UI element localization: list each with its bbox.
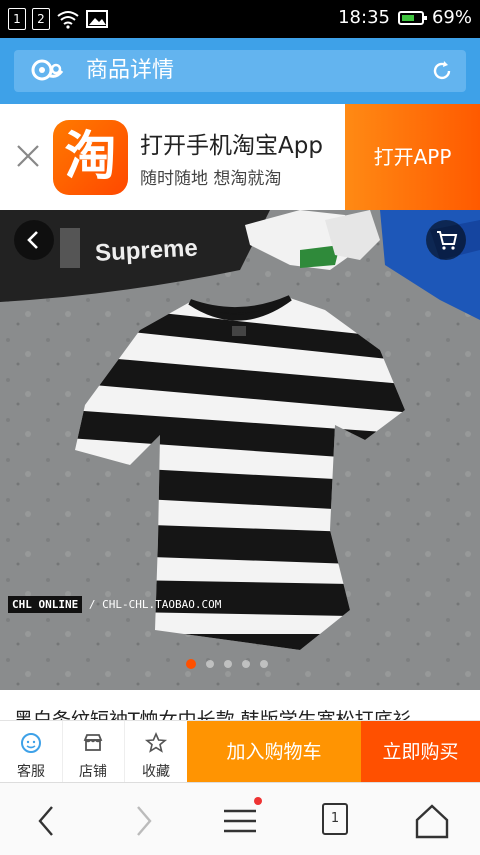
- carousel-dot[interactable]: [260, 660, 268, 668]
- tab-count-icon: 1: [322, 803, 348, 835]
- shop-button[interactable]: 店铺: [62, 721, 125, 783]
- product-action-bar: 客服 店铺 收藏 加入购物车 立即购买: [0, 720, 480, 783]
- clock: 18:35: [338, 7, 390, 28]
- battery-icon: [397, 10, 427, 25]
- tabs-button[interactable]: 1: [316, 801, 356, 841]
- image-notification-icon: [86, 10, 108, 28]
- status-bar: 1 2 18:35 69%: [0, 0, 480, 38]
- sim2-icon: 2: [32, 8, 50, 30]
- product-title: 黑白条纹短袖T恤女中长款 韩版学生宽松打底衫: [14, 709, 412, 720]
- product-image-carousel[interactable]: Supreme CHL ONLINE / CHL-CHL.TAOBAO.COM: [0, 210, 480, 690]
- sim1-icon: 1: [8, 8, 26, 30]
- page-header: 商品详情: [0, 38, 480, 104]
- carousel-indicators[interactable]: [186, 659, 268, 669]
- back-button[interactable]: [14, 220, 54, 260]
- skateboard-print: Supreme: [94, 235, 198, 267]
- carousel-dot[interactable]: [224, 660, 232, 668]
- chevron-left-icon: [27, 231, 38, 249]
- wifi-icon: [57, 11, 79, 29]
- taobao-eye-logo-icon[interactable]: [30, 57, 64, 85]
- header-bar: 商品详情: [14, 50, 466, 92]
- favorite-button[interactable]: 收藏: [125, 721, 188, 783]
- close-icon[interactable]: [14, 142, 42, 170]
- page-title: 商品详情: [86, 58, 175, 83]
- taobao-app-icon: 淘: [53, 120, 128, 195]
- buy-now-button[interactable]: 立即购买: [361, 721, 480, 783]
- battery-percent: 69%: [431, 7, 472, 28]
- carousel-dot[interactable]: [186, 659, 196, 669]
- customer-service-button[interactable]: 客服: [0, 721, 63, 783]
- banner-subtitle: 随时随地 想淘就淘: [140, 169, 282, 189]
- add-to-cart-button[interactable]: 加入购物车: [187, 721, 361, 783]
- browser-forward-icon[interactable]: [124, 801, 164, 841]
- product-photo: Supreme: [0, 210, 480, 690]
- open-app-button[interactable]: 打开APP: [345, 104, 480, 210]
- image-watermark: CHL ONLINE / CHL-CHL.TAOBAO.COM: [8, 596, 221, 613]
- carousel-dot[interactable]: [242, 660, 250, 668]
- store-icon: [83, 734, 103, 751]
- menu-notification-dot: [254, 797, 262, 805]
- carousel-dot[interactable]: [206, 660, 214, 668]
- app-download-banner: 淘 打开手机淘宝App 随时随地 想淘就淘 打开APP: [0, 104, 480, 210]
- browser-back-icon[interactable]: [26, 801, 66, 841]
- banner-title: 打开手机淘宝App: [140, 133, 323, 159]
- browser-nav-bar: 1: [0, 782, 480, 855]
- home-icon[interactable]: [412, 801, 452, 841]
- service-face-icon: [21, 733, 41, 753]
- menu-icon: [224, 809, 256, 833]
- star-icon: [144, 731, 168, 753]
- cart-button[interactable]: [426, 220, 466, 260]
- menu-button[interactable]: [220, 797, 262, 841]
- shopping-cart-icon: [437, 231, 458, 250]
- refresh-icon[interactable]: [430, 59, 454, 83]
